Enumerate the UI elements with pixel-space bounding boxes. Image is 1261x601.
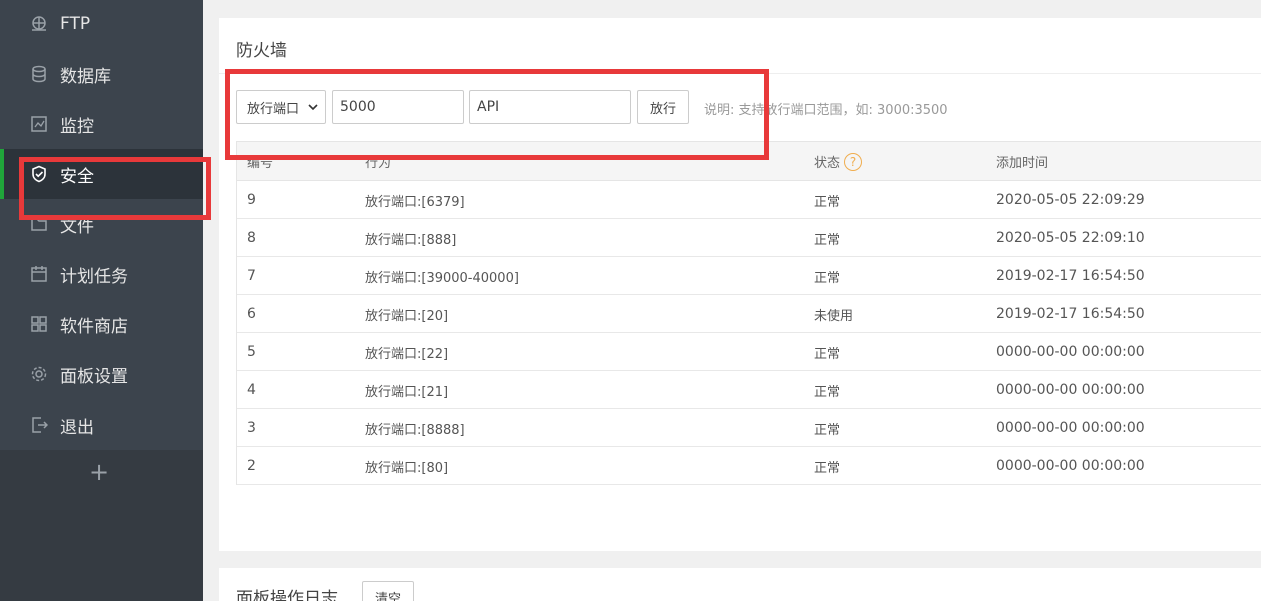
table-row: 7 放行端口:[39000-40000] 正常 2019-02-17 16:54… — [237, 257, 1261, 295]
sidebar-item-logout[interactable]: 退出 — [0, 400, 203, 450]
cell-id: 5 — [247, 344, 256, 360]
cell-time: 0000-00-00 00:00:00 — [996, 458, 1145, 474]
cell-time: 2020-05-05 22:09:10 — [996, 230, 1145, 246]
cell-time: 2019-02-17 16:54:50 — [996, 306, 1145, 322]
cell-time: 2020-05-05 22:09:29 — [996, 192, 1145, 208]
panel-title: 防火墙 — [236, 41, 287, 61]
cell-status: 正常 — [814, 346, 841, 362]
add-shortcut-button[interactable]: + — [87, 460, 111, 484]
sidebar-item-label: 监控 — [60, 116, 94, 137]
log-panel: 面板操作日志 清空 — [219, 568, 1261, 601]
status-header-label: 状态 — [814, 156, 841, 171]
sidebar-item-database[interactable]: 数据库 — [0, 49, 203, 99]
column-header-status[interactable]: 状态 ? — [814, 142, 863, 181]
table-row: 6 放行端口:[20] 未使用 2019-02-17 16:54:50 — [237, 295, 1261, 333]
cell-action: 放行端口:[8888] — [365, 422, 465, 438]
cell-action: 放行端口:[21] — [365, 384, 449, 400]
cell-id: 3 — [247, 420, 256, 436]
sidebar-item-label: 面板设置 — [60, 366, 128, 387]
table-row: 3 放行端口:[8888] 正常 0000-00-00 00:00:00 — [237, 409, 1261, 447]
cell-id: 4 — [247, 382, 256, 398]
gear-icon — [30, 365, 48, 383]
sidebar-item-label: 退出 — [60, 417, 94, 438]
calendar-icon — [30, 265, 48, 283]
cell-time: 0000-00-00 00:00:00 — [996, 344, 1145, 360]
cell-time: 2019-02-17 16:54:50 — [996, 268, 1145, 284]
ftp-icon — [30, 15, 48, 33]
log-panel-title: 面板操作日志 — [236, 589, 338, 601]
database-icon — [30, 65, 48, 83]
cell-id: 7 — [247, 268, 256, 284]
cell-status: 正常 — [814, 270, 841, 286]
cell-status: 正常 — [814, 384, 841, 400]
table-row: 8 放行端口:[888] 正常 2020-05-05 22:09:10 — [237, 219, 1261, 257]
table-row: 4 放行端口:[21] 正常 0000-00-00 00:00:00 — [237, 371, 1261, 409]
cell-action: 放行端口:[6379] — [365, 194, 465, 210]
highlight-box-security — [19, 157, 211, 220]
firewall-table: 编号 行为 状态 ? 添加时间 9 放行端口:[6379] 正常 2020-05… — [236, 141, 1261, 485]
cell-status: 正常 — [814, 460, 841, 476]
cell-time: 0000-00-00 00:00:00 — [996, 420, 1145, 436]
cell-action: 放行端口:[39000-40000] — [365, 270, 519, 286]
cell-action: 放行端口:[20] — [365, 308, 449, 324]
cell-status: 正常 — [814, 422, 841, 438]
cell-action: 放行端口:[888] — [365, 232, 457, 248]
sidebar-item-store[interactable]: 软件商店 — [0, 299, 203, 349]
cell-id: 8 — [247, 230, 256, 246]
sidebar-item-label: FTP — [60, 14, 91, 34]
sidebar-item-cron[interactable]: 计划任务 — [0, 249, 203, 299]
table-row: 5 放行端口:[22] 正常 0000-00-00 00:00:00 — [237, 333, 1261, 371]
grid-icon — [30, 315, 48, 333]
sidebar-item-label: 数据库 — [60, 66, 111, 87]
active-indicator — [0, 149, 4, 199]
sidebar-item-label: 计划任务 — [60, 266, 128, 287]
cell-status: 正常 — [814, 194, 841, 210]
sidebar-item-label: 软件商店 — [60, 316, 128, 337]
cell-status: 未使用 — [814, 308, 854, 324]
table-row: 2 放行端口:[80] 正常 0000-00-00 00:00:00 — [237, 447, 1261, 485]
cell-id: 6 — [247, 306, 256, 322]
cell-action: 放行端口:[22] — [365, 346, 449, 362]
clear-log-button[interactable]: 清空 — [362, 581, 414, 601]
sidebar-item-ftp[interactable]: FTP — [0, 0, 203, 49]
cell-id: 2 — [247, 458, 256, 474]
table-row: 9 放行端口:[6379] 正常 2020-05-05 22:09:29 — [237, 181, 1261, 219]
cell-status: 正常 — [814, 232, 841, 248]
sidebar-item-settings[interactable]: 面板设置 — [0, 349, 203, 399]
logout-icon — [30, 416, 48, 434]
monitor-icon — [30, 115, 48, 133]
sidebar: FTP 数据库 监控 安全 文件 计划任务 软件商店 面板设置 退出 + — [0, 0, 203, 601]
sidebar-item-monitor[interactable]: 监控 — [0, 99, 203, 149]
cell-time: 0000-00-00 00:00:00 — [996, 382, 1145, 398]
cell-action: 放行端口:[80] — [365, 460, 449, 476]
help-icon[interactable]: ? — [844, 152, 863, 171]
highlight-box-form — [225, 69, 769, 160]
cell-id: 9 — [247, 192, 256, 208]
column-header-time[interactable]: 添加时间 — [996, 142, 1048, 181]
